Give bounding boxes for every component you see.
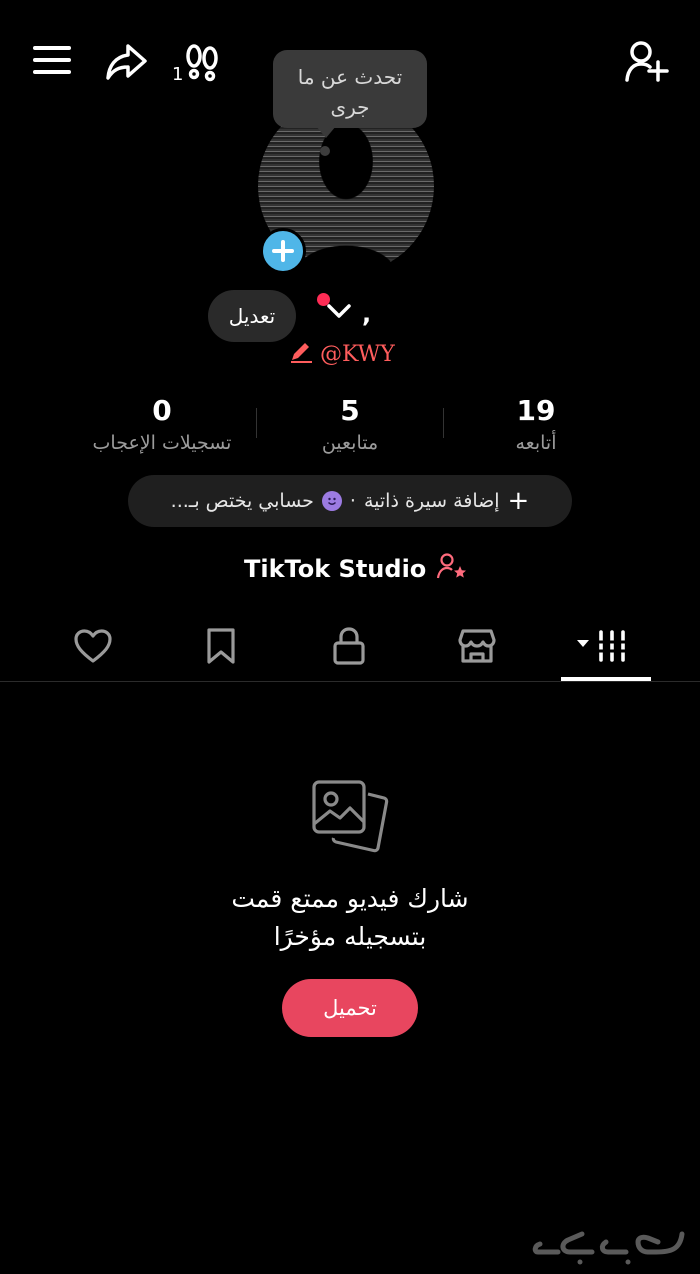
chevron-down-icon[interactable] [326,302,352,320]
followers-label: متابعين [321,432,379,454]
tab-saved[interactable] [176,620,266,672]
stat-following[interactable]: 19 أتابعه [436,394,636,458]
footprint-count: 1 [172,64,184,85]
avatar-add-button[interactable] [260,228,306,274]
following-label: أتابعه [515,432,557,454]
followers-count: 5 [340,394,360,427]
heart-icon [74,629,112,663]
empty-state-line-1: شارك فيديو ممتع قمت [231,884,469,913]
lock-icon [333,627,365,665]
status-bubble[interactable]: تحدث عن ما جرى [273,50,427,128]
tab-shop[interactable] [432,620,522,672]
menu-icon[interactable] [33,44,71,76]
following-count: 19 [516,394,556,427]
stat-followers[interactable]: 5 متابعين [250,394,450,458]
edit-profile-button[interactable]: تعديل [208,290,296,342]
status-bubble-tail [316,126,336,138]
tiktok-studio-link[interactable]: TikTok Studio [244,552,468,586]
empty-state-line-2: بتسجيله مؤخرًا [273,922,427,951]
bio-hint: حسابي يختص بـ... [170,490,314,512]
username: @KWY [320,341,395,367]
stat-likes[interactable]: 0 تسجيلات الإعجاب [62,394,262,458]
bookmark-icon [207,628,235,664]
smile-icon [321,491,342,511]
bio-separator: · [349,490,356,512]
likes-label: تسجيلات الإعجاب [92,432,232,454]
add-bio-label: إضافة سيرة ذاتية [363,490,500,512]
likes-count: 0 [152,394,172,427]
username-row[interactable]: @KWY [288,340,395,368]
avatar-dot [320,146,330,156]
display-name: , [362,300,372,328]
haraj-watermark-logo [530,1222,690,1266]
pencil-icon [288,340,314,368]
empty-state-text: شارك فيديو ممتع قمت بتسجيله مؤخرًا [150,880,550,956]
tabs-divider [0,681,700,682]
shop-icon [458,629,496,663]
share-icon[interactable] [104,42,148,82]
creator-star-icon [436,552,468,586]
add-friend-icon[interactable] [624,40,670,84]
plus-icon: + [507,486,530,516]
grid-icon [577,630,627,662]
plus-icon [272,240,294,262]
tab-private[interactable] [304,620,394,672]
photos-icon [310,778,390,858]
tab-liked[interactable] [48,620,138,672]
add-bio-button[interactable]: + إضافة سيرة ذاتية · حسابي يختص بـ... [128,475,572,527]
upload-button[interactable]: تحميل [282,979,418,1037]
studio-label: TikTok Studio [244,555,427,583]
tab-videos[interactable] [560,620,650,672]
